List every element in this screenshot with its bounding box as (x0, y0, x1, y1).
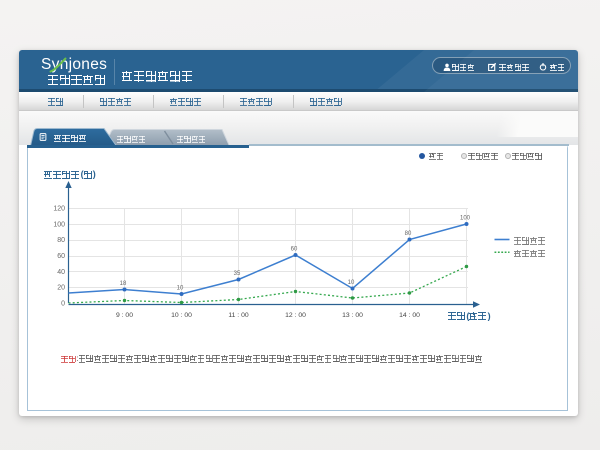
svg-text:60: 60 (291, 247, 298, 253)
svg-text:18: 18 (120, 281, 127, 287)
svg-text:100: 100 (53, 221, 65, 228)
svg-text:60: 60 (57, 253, 65, 260)
svg-text:35: 35 (234, 271, 241, 277)
svg-text:40: 40 (57, 269, 65, 276)
svg-text:13 : 00: 13 : 00 (342, 312, 363, 319)
svg-text:9 : 00: 9 : 00 (116, 312, 133, 319)
svg-text:120: 120 (53, 206, 65, 213)
svg-text:10 : 00: 10 : 00 (171, 312, 192, 319)
svg-text:14 : 00: 14 : 00 (399, 312, 420, 319)
svg-text:80: 80 (57, 237, 65, 244)
svg-text:11 : 00: 11 : 00 (228, 312, 249, 319)
svg-text:80: 80 (405, 231, 412, 237)
svg-text:100: 100 (460, 216, 471, 222)
svg-text:10: 10 (177, 286, 184, 292)
svg-text:12 : 00: 12 : 00 (285, 312, 306, 319)
svg-text:10: 10 (348, 280, 355, 286)
svg-text:20: 20 (57, 285, 65, 292)
svg-text:0: 0 (61, 300, 65, 307)
